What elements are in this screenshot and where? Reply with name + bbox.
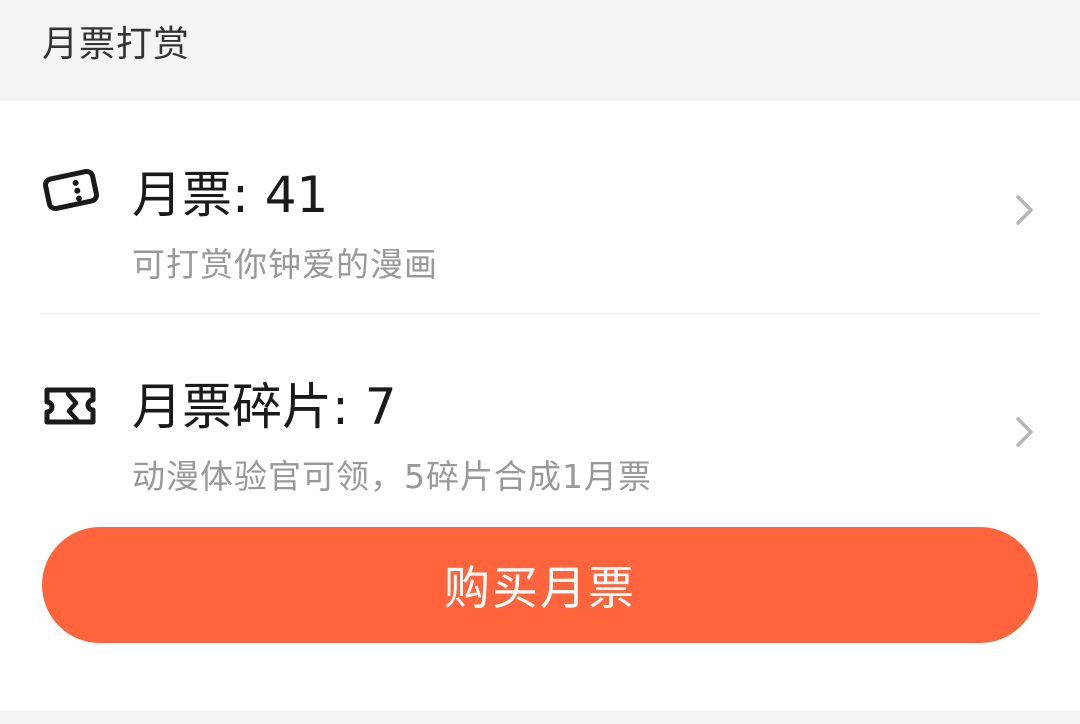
ticket-icon	[42, 167, 100, 213]
bottom-separator	[0, 711, 1080, 724]
ticket-fragment-row[interactable]: 月票碎片: 7 动漫体验官可领，5碎片合成1月票	[0, 363, 1080, 523]
row-divider	[40, 313, 1040, 314]
chevron-right-icon	[1014, 193, 1036, 227]
ticket-fragment-icon	[42, 384, 100, 430]
chevron-right-icon	[1014, 415, 1036, 449]
buy-monthly-ticket-button[interactable]: 购买月票	[42, 527, 1038, 643]
section-header: 月票打赏	[0, 0, 1080, 101]
monthly-ticket-row[interactable]: 月票: 41 可打赏你钟爱的漫画	[0, 151, 1080, 311]
monthly-ticket-count: 月票: 41	[132, 166, 329, 224]
ticket-fragment-description: 动漫体验官可领，5碎片合成1月票	[132, 457, 652, 496]
monthly-ticket-description: 可打赏你钟爱的漫画	[132, 245, 438, 284]
section-title: 月票打赏	[42, 24, 191, 65]
ticket-fragment-count: 月票碎片: 7	[132, 378, 397, 436]
ticket-card: 月票: 41 可打赏你钟爱的漫画 月票碎片: 7 动漫体验官可领，5碎片合成1月…	[0, 101, 1080, 711]
